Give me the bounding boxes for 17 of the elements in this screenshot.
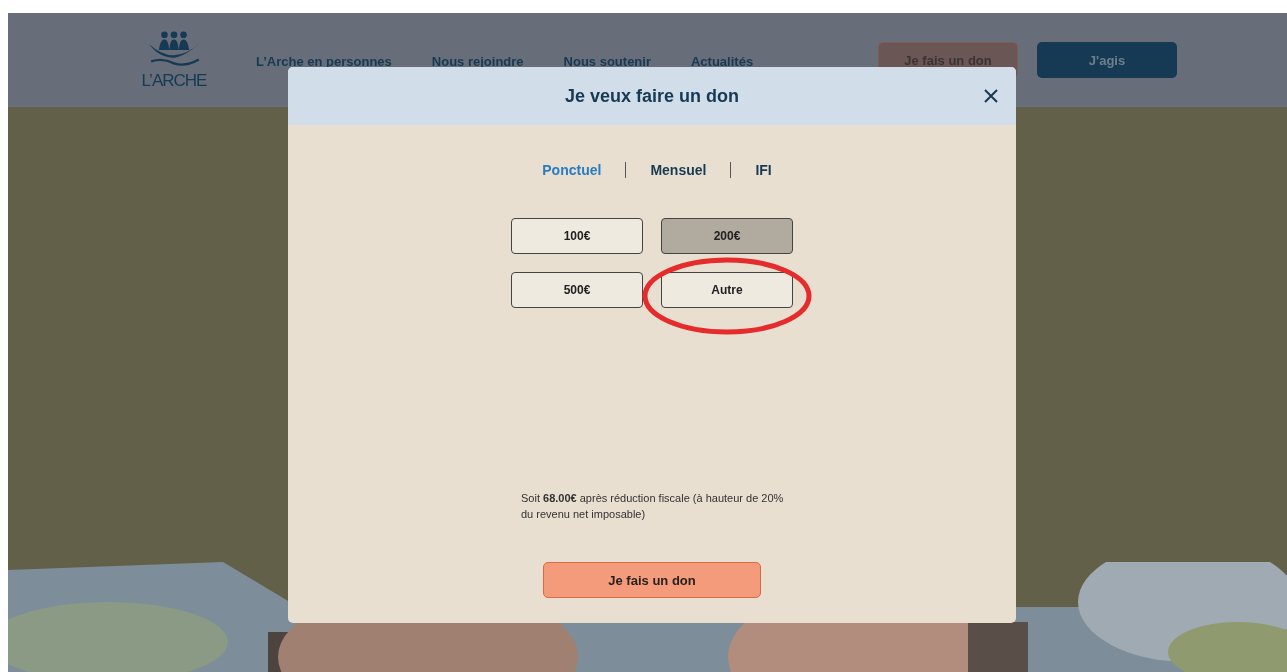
act-button[interactable]: J'agis: [1037, 42, 1177, 78]
frequency-tab[interactable]: IFI: [731, 160, 796, 180]
logo-text[interactable]: L’ARCHE: [141, 71, 207, 91]
amount-option[interactable]: Autre: [661, 272, 793, 308]
amount-option[interactable]: 200€: [661, 218, 793, 254]
frequency-tab[interactable]: Mensuel: [626, 160, 731, 180]
amount-option[interactable]: 500€: [511, 272, 643, 308]
donate-submit-button[interactable]: Je fais un don: [543, 562, 761, 598]
tax-note: Soit 68.00€ après réduction fiscale (à hauteur de 20% du revenu net imposable): [521, 491, 785, 522]
close-icon[interactable]: [983, 88, 999, 104]
nav-link[interactable]: Nous soutenir: [563, 53, 651, 69]
nav-link[interactable]: Nous rejoindre: [431, 53, 524, 69]
nav-link[interactable]: L’Arche en personnes: [256, 53, 392, 69]
nav-link[interactable]: Actualités: [691, 53, 754, 69]
dialog-title: Je veux faire un don: [564, 85, 740, 107]
frequency-tab[interactable]: Ponctuel: [518, 160, 626, 180]
amount-option[interactable]: 100€: [511, 218, 643, 254]
